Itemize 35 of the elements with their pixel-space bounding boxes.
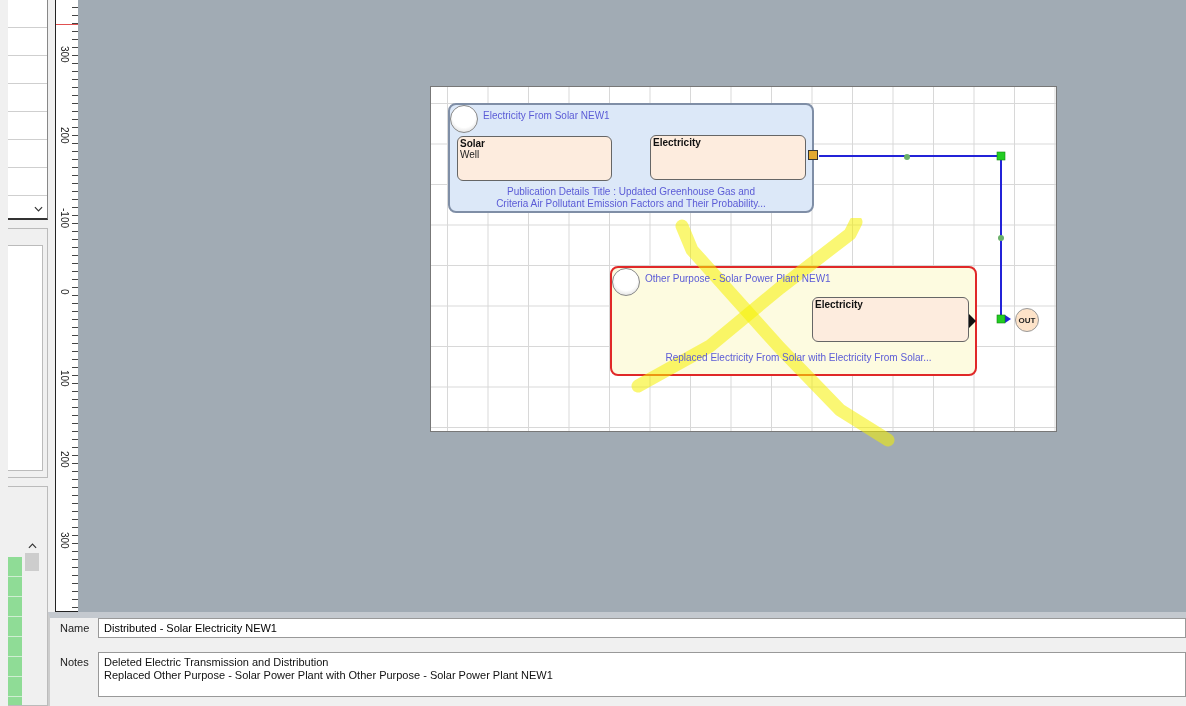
process-note: Publication Details Title : Updated Greenhouse Gas and Criteria Air Pollutant Emission Factors and Their Probability... bbox=[495, 186, 767, 210]
notes-line: Replaced Other Purpose - Solar Power Plant with Other Purpose - Solar Power Plant NEW1 bbox=[104, 669, 554, 682]
activity-title: Electricity bbox=[653, 137, 701, 148]
ruler-label: 200 bbox=[59, 451, 70, 468]
scroll-thumb[interactable] bbox=[25, 553, 39, 571]
output-port-icon[interactable] bbox=[808, 150, 818, 160]
activity-box[interactable]: Electricity bbox=[650, 135, 806, 180]
activity-box[interactable]: Solar Well bbox=[457, 136, 612, 181]
circle-icon bbox=[612, 268, 640, 296]
arrow-icon bbox=[969, 314, 976, 328]
ruler-label: 100 bbox=[59, 370, 70, 387]
scroll-up-icon[interactable] bbox=[27, 543, 37, 549]
notes-line: Deleted Electric Transmission and Distribution bbox=[104, 656, 330, 669]
handle-icon[interactable] bbox=[996, 314, 1006, 324]
ruler-label: 200 bbox=[59, 127, 70, 144]
process-box[interactable]: Electricity From Solar NEW1 Solar Well Electricity Publication Details Title : Updated Greenhouse Gas and Criteria Air Pollutant Emission Factors and Their Probability... bbox=[448, 103, 814, 213]
activity-box[interactable]: Electricity bbox=[812, 297, 969, 342]
handle-icon[interactable] bbox=[904, 154, 910, 160]
handle-icon[interactable] bbox=[998, 235, 1004, 241]
notes-field[interactable]: Deleted Electric Transmission and Distribution Replaced Other Purpose - Solar Power Plant with Other Purpose - Solar Power Plant NEW1 bbox=[98, 652, 1186, 697]
ruler-label: 300 bbox=[59, 46, 70, 63]
ruler-label: -100 bbox=[59, 208, 70, 228]
ruler-label: 300 bbox=[59, 532, 70, 549]
scroll-down-icon[interactable] bbox=[34, 206, 43, 212]
output-node[interactable]: OUT bbox=[1015, 308, 1039, 332]
handle-icon[interactable] bbox=[996, 151, 1006, 161]
field-label: Notes bbox=[60, 655, 90, 668]
activity-title: Electricity bbox=[815, 299, 863, 310]
activity-title: Solar bbox=[460, 138, 485, 149]
process-title: Electricity From Solar NEW1 bbox=[483, 110, 610, 121]
circle-icon bbox=[450, 105, 478, 133]
name-field[interactable]: Distributed - Solar Electricity NEW1 bbox=[98, 618, 1186, 638]
ruler-label: 0 bbox=[59, 289, 70, 295]
activity-subtitle: Well bbox=[460, 149, 480, 160]
field-label: Name bbox=[60, 621, 90, 634]
